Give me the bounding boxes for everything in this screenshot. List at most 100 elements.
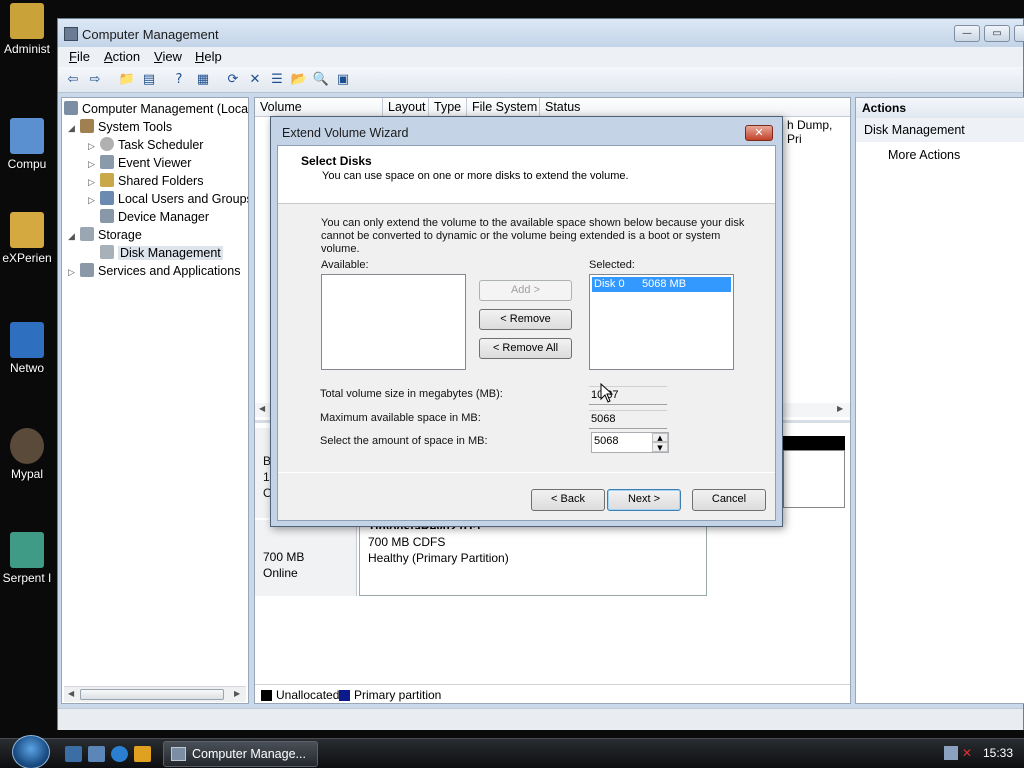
collapse-arrow-icon[interactable]: ◢ — [68, 119, 80, 137]
up-folder-icon[interactable]: 📁 — [118, 71, 136, 89]
selected-label: Selected: — [589, 259, 635, 271]
properties-pane-icon[interactable]: ▦ — [194, 71, 212, 89]
desktop-icon-computer[interactable]: Compu — [0, 118, 54, 171]
horizontal-scrollbar[interactable]: ◀ ▶ — [64, 686, 246, 702]
tree-item-device-manager[interactable]: Device Manager — [88, 208, 209, 226]
menu-help[interactable]: Help — [195, 49, 222, 64]
legend-swatch-unallocated — [261, 690, 272, 701]
close-button[interactable] — [1014, 25, 1024, 42]
max-space-label: Maximum available space in MB: — [320, 412, 481, 424]
max-space-field: 5068 — [589, 410, 667, 429]
expand-arrow-icon[interactable]: ▷ — [88, 191, 100, 209]
expand-arrow-icon[interactable]: ▷ — [88, 173, 100, 191]
help-icon[interactable]: ? — [170, 71, 188, 89]
properties-icon[interactable]: ☰ — [268, 71, 286, 89]
refresh-icon[interactable]: ⟳ — [224, 71, 242, 89]
remove-button[interactable]: < Remove — [479, 309, 572, 330]
folder-icon — [10, 3, 44, 39]
available-disks-list[interactable] — [321, 274, 466, 370]
column-layout[interactable]: Layout — [383, 98, 429, 117]
disk-icon — [100, 245, 114, 259]
remove-all-button[interactable]: < Remove All — [479, 338, 572, 359]
actions-section-disk-management[interactable]: Disk Management — [856, 118, 1024, 142]
forward-arrow-icon[interactable]: ⇨ — [86, 71, 104, 89]
status-bar — [58, 708, 1023, 730]
open-icon[interactable]: 📂 — [290, 71, 308, 89]
unallocated-region[interactable] — [783, 450, 845, 508]
legend-label-primary: Primary partition — [354, 688, 442, 702]
total-size-label: Total volume size in megabytes (MB): — [320, 388, 503, 400]
users-icon — [100, 191, 114, 205]
more-actions-link[interactable]: More Actions — [888, 148, 960, 162]
export-icon[interactable]: ▣ — [334, 71, 352, 89]
computer-management-icon — [64, 101, 78, 115]
network-tray-icon[interactable] — [944, 746, 958, 760]
clock[interactable]: 15:33 — [983, 746, 1013, 760]
start-button[interactable] — [12, 735, 50, 768]
search-icon[interactable]: 🔍 — [312, 71, 330, 89]
tree-item-root[interactable]: Computer Management (Local — [64, 100, 248, 118]
tree-item-task-scheduler[interactable]: ▷ Task Scheduler — [88, 136, 203, 154]
scroll-right-icon[interactable]: ▶ — [234, 689, 240, 698]
scroll-left-icon[interactable]: ◀ — [259, 404, 265, 413]
scroll-right-icon[interactable]: ▶ — [837, 404, 843, 413]
amount-input[interactable]: 5068 — [594, 435, 618, 447]
amount-spinner[interactable]: 5068 ▲ ▼ — [591, 432, 669, 453]
back-button[interactable]: < Back — [531, 489, 605, 511]
spin-down-icon[interactable]: ▼ — [652, 442, 668, 452]
volume-muted-icon[interactable]: ✕ — [962, 746, 976, 760]
tree-item-system-tools[interactable]: ◢ System Tools — [68, 118, 172, 136]
desktop-icon-network[interactable]: Netwo — [0, 322, 54, 375]
cdrom-label[interactable]: 700 MB Online — [255, 520, 357, 596]
title-bar[interactable]: Computer Management — ▭ — [58, 19, 1024, 47]
info-line-2: cannot be converted to dynamic or the vo… — [321, 230, 721, 242]
back-arrow-icon[interactable]: ⇦ — [64, 71, 82, 89]
next-button[interactable]: Next > — [607, 489, 681, 511]
column-volume[interactable]: Volume — [255, 98, 383, 117]
scroll-thumb[interactable] — [80, 689, 224, 700]
selected-disk-item[interactable]: Disk 0 5068 MB — [592, 277, 731, 292]
minimize-button[interactable]: — — [954, 25, 980, 42]
expand-arrow-icon[interactable]: ▷ — [88, 137, 100, 155]
internet-explorer-icon[interactable] — [111, 746, 128, 762]
actions-pane: Actions Disk Management More Actions — [855, 97, 1024, 704]
add-button[interactable]: Add > — [479, 280, 572, 301]
cancel-button[interactable]: Cancel — [692, 489, 766, 511]
info-line-1: You can only extend the volume to the av… — [321, 217, 745, 229]
selected-disks-list[interactable]: Disk 0 5068 MB — [589, 274, 734, 370]
desktop-icon-administrator[interactable]: Administ — [0, 3, 54, 56]
legend-label-unallocated: Unallocated — [276, 688, 340, 702]
tree-item-disk-management[interactable]: Disk Management — [88, 244, 223, 262]
switch-windows-icon[interactable] — [88, 746, 105, 762]
taskbar-button-computer-management[interactable]: Computer Manage... — [163, 741, 318, 767]
maximize-button[interactable]: ▭ — [984, 25, 1010, 42]
tree-item-shared-folders[interactable]: ▷ Shared Folders — [88, 172, 203, 190]
menu-view[interactable]: View — [154, 49, 182, 64]
tree-item-storage[interactable]: ◢ Storage — [68, 226, 142, 244]
actions-header: Actions — [856, 98, 1024, 118]
column-file-system[interactable]: File System — [467, 98, 540, 117]
dialog-close-button[interactable]: ✕ — [745, 125, 773, 141]
expand-arrow-icon[interactable]: ▷ — [68, 263, 80, 281]
media-player-icon[interactable] — [134, 746, 151, 762]
cdrom-volume[interactable]: TinyVistaRev02 (D:) 700 MB CDFS Healthy … — [359, 520, 707, 596]
scroll-left-icon[interactable]: ◀ — [68, 689, 74, 698]
column-status[interactable]: Status — [540, 98, 850, 117]
desktop-icon-serpent[interactable]: Serpent I — [0, 532, 54, 585]
footer-separator — [278, 472, 775, 473]
spin-up-icon[interactable]: ▲ — [652, 433, 668, 442]
desktop-icon-mypal[interactable]: Mypal — [0, 428, 54, 481]
tree-item-local-users[interactable]: ▷ Local Users and Groups — [88, 190, 248, 209]
legend-swatch-primary — [339, 690, 350, 701]
desktop-icon-experience[interactable]: eXPerien — [0, 212, 54, 265]
collapse-arrow-icon[interactable]: ◢ — [68, 227, 80, 245]
menu-file[interactable]: File — [69, 49, 90, 64]
delete-icon[interactable]: ✕ — [246, 71, 264, 89]
show-hide-tree-icon[interactable]: ▤ — [140, 71, 158, 89]
tree-item-event-viewer[interactable]: ▷ Event Viewer — [88, 154, 191, 172]
tree-item-services[interactable]: ▷ Services and Applications — [68, 262, 240, 280]
expand-arrow-icon[interactable]: ▷ — [88, 155, 100, 173]
menu-action[interactable]: Action — [104, 49, 140, 64]
column-type[interactable]: Type — [429, 98, 467, 117]
show-desktop-icon[interactable] — [65, 746, 82, 762]
